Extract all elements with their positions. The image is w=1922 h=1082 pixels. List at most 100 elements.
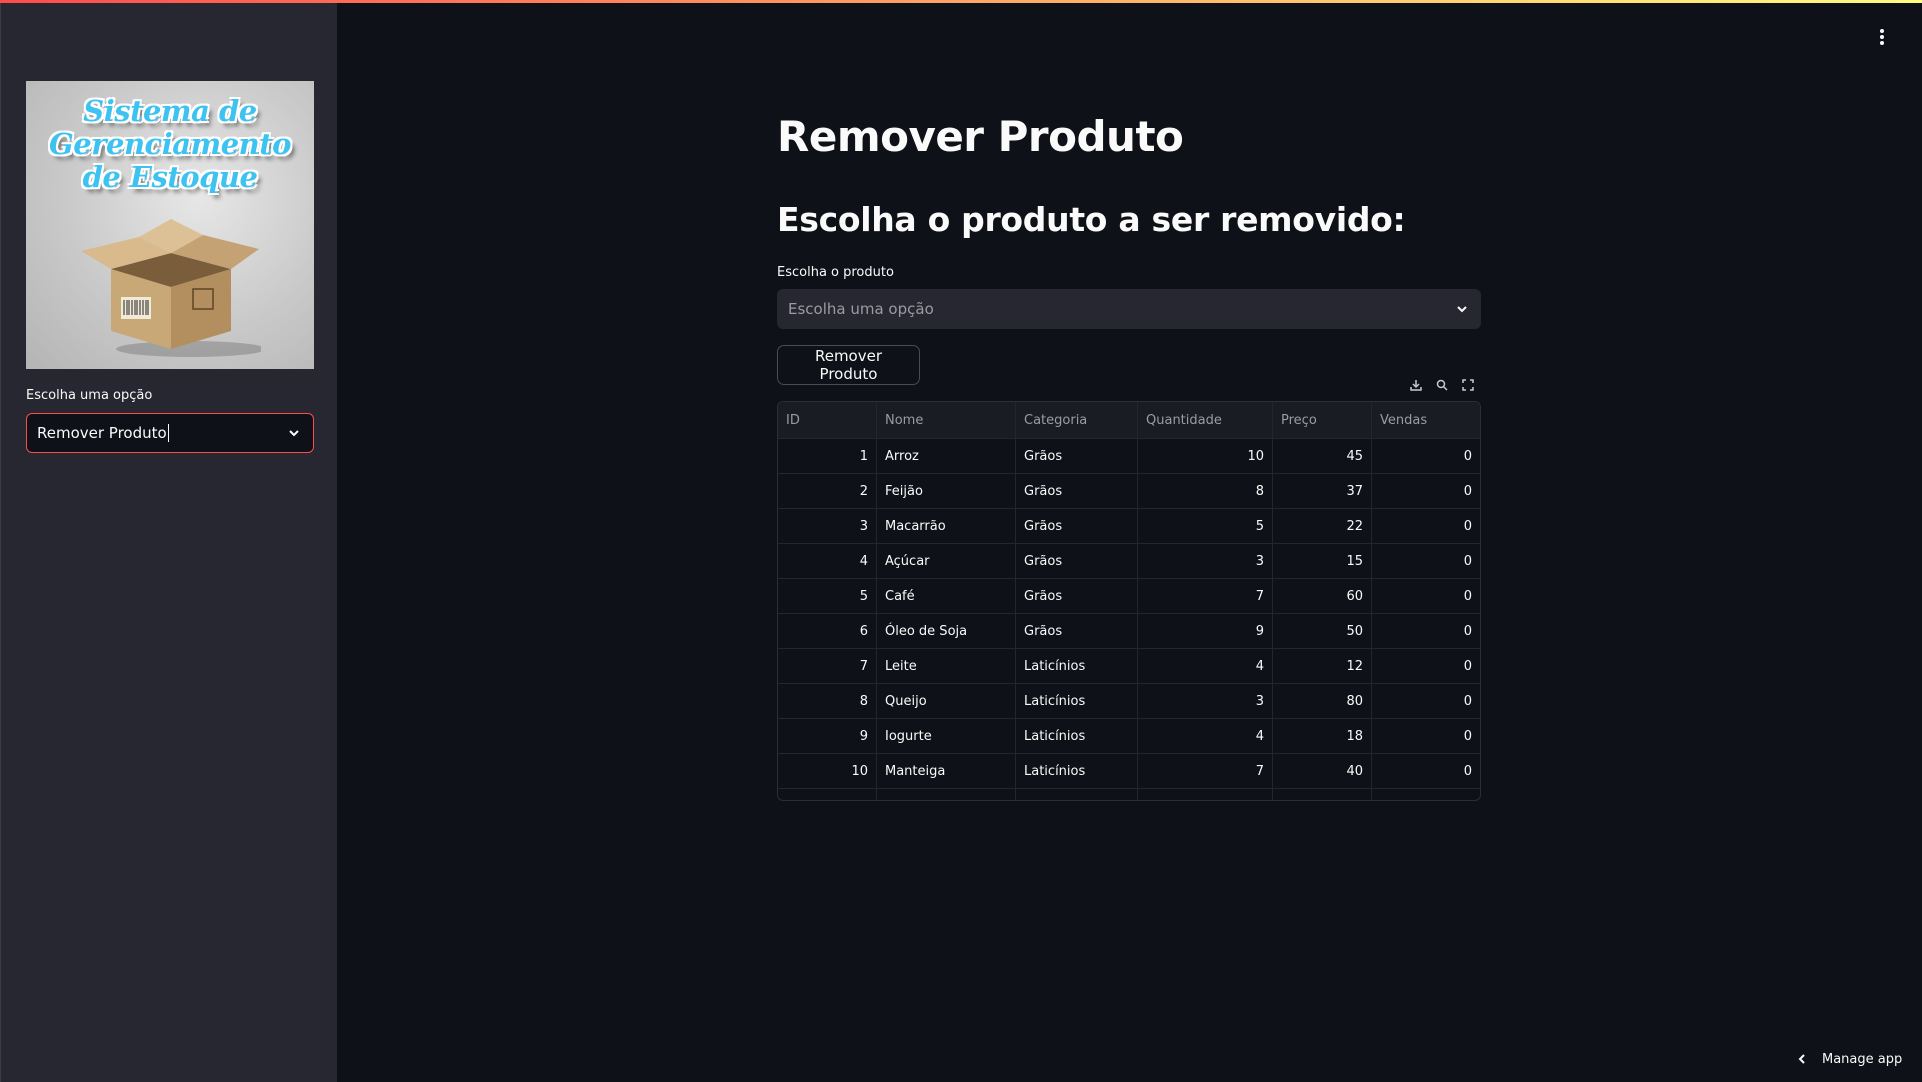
cell-quantidade[interactable]: 3	[1138, 544, 1273, 578]
column-header-preco[interactable]: Preço	[1273, 402, 1372, 438]
cell-nome[interactable]: Macarrão	[877, 509, 1016, 543]
cell-id[interactable]: 4	[778, 544, 877, 578]
cell-quantidade[interactable]: 10	[1138, 439, 1273, 473]
cell-categoria[interactable]: Laticínios	[1016, 649, 1138, 683]
cardboard-box-illustration	[81, 219, 261, 357]
cell-categoria[interactable]: Laticínios	[1016, 754, 1138, 788]
table-row[interactable]: 9 Iogurte Laticínios 4 18 0	[778, 718, 1480, 753]
cell-preco[interactable]: 50	[1273, 614, 1372, 648]
cell-id[interactable]: 6	[778, 614, 877, 648]
cell-preco[interactable]: 60	[1273, 579, 1372, 613]
cell-categoria[interactable]: Grãos	[1016, 509, 1138, 543]
fullscreen-icon[interactable]	[1461, 378, 1475, 392]
cell-vendas[interactable]: 0	[1372, 474, 1480, 508]
cell-quantidade[interactable]: 4	[1138, 719, 1273, 753]
cell-categoria[interactable]: Laticínios	[1016, 719, 1138, 753]
cell-vendas[interactable]: 0	[1372, 439, 1480, 473]
cell-categoria[interactable]: Laticínios	[1016, 684, 1138, 718]
cell-quantidade[interactable]: 8	[1138, 474, 1273, 508]
cell-preco[interactable]: 18	[1273, 719, 1372, 753]
cell-preco[interactable]: 37	[1273, 474, 1372, 508]
product-select-placeholder: Escolha uma opção	[788, 300, 934, 318]
table-row[interactable]: 7 Leite Laticínios 4 12 0	[778, 648, 1480, 683]
download-icon[interactable]	[1409, 378, 1423, 392]
table-partial-row	[778, 788, 1480, 800]
table-row[interactable]: 4 Açúcar Grãos 3 15 0	[778, 543, 1480, 578]
cell-preco[interactable]: 80	[1273, 684, 1372, 718]
cell-nome[interactable]: Açúcar	[877, 544, 1016, 578]
sidebar: Sistema de Gerenciamento de Estoque Esco…	[0, 0, 337, 1082]
cell-vendas[interactable]: 0	[1372, 719, 1480, 753]
cell-preco[interactable]: 40	[1273, 754, 1372, 788]
logo-line-1: Sistema de	[83, 94, 257, 128]
cell-quantidade[interactable]: 5	[1138, 509, 1273, 543]
product-select-label: Escolha o produto	[777, 265, 894, 280]
cell-vendas[interactable]: 0	[1372, 579, 1480, 613]
cell-nome[interactable]: Queijo	[877, 684, 1016, 718]
cell-nome[interactable]: Arroz	[877, 439, 1016, 473]
table-row[interactable]: 2 Feijão Grãos 8 37 0	[778, 473, 1480, 508]
cell-categoria[interactable]: Grãos	[1016, 579, 1138, 613]
page-title: Remover Produto	[777, 112, 1184, 161]
cell-nome[interactable]: Óleo de Soja	[877, 614, 1016, 648]
cell-id[interactable]: 1	[778, 439, 877, 473]
manage-app-label: Manage app	[1822, 1051, 1903, 1067]
column-header-nome[interactable]: Nome	[877, 402, 1016, 438]
cell-id[interactable]: 5	[778, 579, 877, 613]
cell-preco[interactable]: 22	[1273, 509, 1372, 543]
cell-vendas[interactable]: 0	[1372, 754, 1480, 788]
chevron-left-icon	[1798, 1054, 1805, 1064]
cell-id[interactable]: 8	[778, 684, 877, 718]
cell-vendas[interactable]: 0	[1372, 684, 1480, 718]
cell-categoria[interactable]: Grãos	[1016, 474, 1138, 508]
cell-id[interactable]: 7	[778, 649, 877, 683]
cell-nome[interactable]: Manteiga	[877, 754, 1016, 788]
table-row[interactable]: 10 Manteiga Laticínios 7 40 0	[778, 753, 1480, 788]
chevron-down-icon	[1457, 306, 1467, 313]
cell-vendas[interactable]: 0	[1372, 509, 1480, 543]
column-header-id[interactable]: ID	[778, 402, 877, 438]
cell-vendas[interactable]: 0	[1372, 614, 1480, 648]
table-row[interactable]: 3 Macarrão Grãos 5 22 0	[778, 508, 1480, 543]
cell-vendas[interactable]: 0	[1372, 544, 1480, 578]
products-table[interactable]: ID Nome Categoria Quantidade Preço Venda…	[777, 401, 1481, 801]
table-row[interactable]: 1 Arroz Grãos 10 45 0	[778, 438, 1480, 473]
cell-quantidade[interactable]: 4	[1138, 649, 1273, 683]
main-menu-icon[interactable]	[1876, 26, 1888, 48]
search-icon[interactable]	[1435, 378, 1449, 392]
cell-quantidade[interactable]: 3	[1138, 684, 1273, 718]
cell-nome[interactable]: Café	[877, 579, 1016, 613]
product-select[interactable]: Escolha uma opção	[777, 289, 1481, 329]
cell-nome[interactable]: Iogurte	[877, 719, 1016, 753]
cell-categoria[interactable]: Grãos	[1016, 614, 1138, 648]
cell-id[interactable]: 10	[778, 754, 877, 788]
cell-vendas[interactable]: 0	[1372, 649, 1480, 683]
cell-preco[interactable]: 15	[1273, 544, 1372, 578]
cell-id[interactable]: 2	[778, 474, 877, 508]
cell-quantidade[interactable]: 7	[1138, 579, 1273, 613]
cell-id[interactable]: 9	[778, 719, 877, 753]
cell-categoria[interactable]: Grãos	[1016, 439, 1138, 473]
cell-id[interactable]: 3	[778, 509, 877, 543]
column-header-quantidade[interactable]: Quantidade	[1138, 402, 1273, 438]
table-row[interactable]: 5 Café Grãos 7 60 0	[778, 578, 1480, 613]
manage-app-button[interactable]: Manage app	[1796, 1049, 1902, 1069]
cell-preco[interactable]: 45	[1273, 439, 1372, 473]
sidebar-select-label: Escolha uma opção	[26, 388, 153, 403]
table-row[interactable]: 6 Óleo de Soja Grãos 9 50 0	[778, 613, 1480, 648]
sidebar-option-select[interactable]: Remover Produto	[26, 413, 314, 453]
table-row[interactable]: 8 Queijo Laticínios 3 80 0	[778, 683, 1480, 718]
logo-line-3: de Estoque	[82, 160, 258, 194]
table-header-row: ID Nome Categoria Quantidade Preço Venda…	[778, 402, 1480, 438]
cell-nome[interactable]: Leite	[877, 649, 1016, 683]
column-header-vendas[interactable]: Vendas	[1372, 402, 1480, 438]
cell-nome[interactable]: Feijão	[877, 474, 1016, 508]
column-header-categoria[interactable]: Categoria	[1016, 402, 1138, 438]
text-cursor	[167, 424, 169, 442]
cell-quantidade[interactable]: 7	[1138, 754, 1273, 788]
cell-categoria[interactable]: Grãos	[1016, 544, 1138, 578]
cell-quantidade[interactable]: 9	[1138, 614, 1273, 648]
cell-preco[interactable]: 12	[1273, 649, 1372, 683]
remove-product-button[interactable]: Remover Produto	[777, 345, 920, 385]
logo-image: Sistema de Gerenciamento de Estoque	[26, 81, 314, 369]
